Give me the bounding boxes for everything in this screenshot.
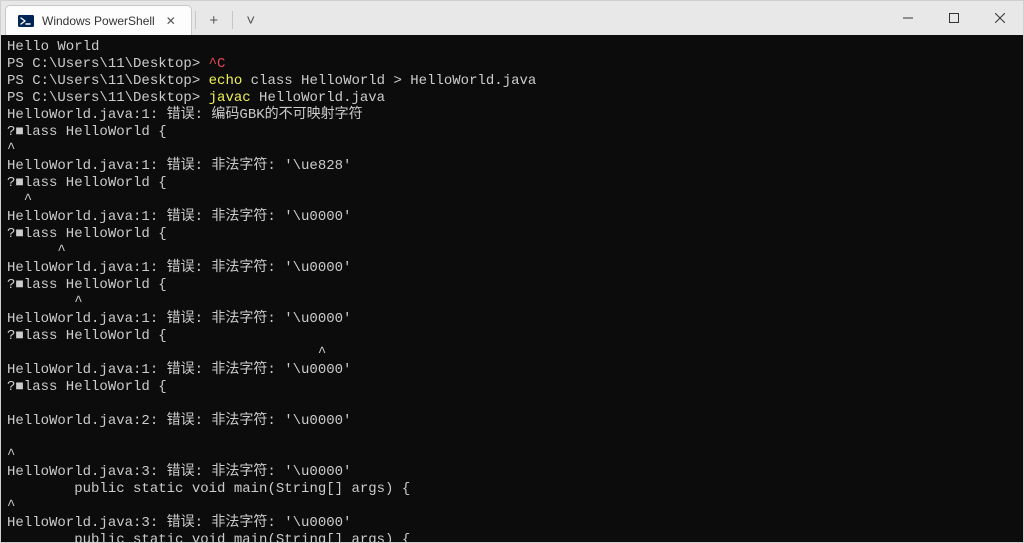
terminal-text: ^ [7, 192, 32, 208]
terminal-line [7, 396, 1017, 413]
terminal-line: ^ [7, 294, 1017, 311]
tab-powershell[interactable]: Windows PowerShell ✕ [5, 5, 192, 35]
terminal-line: PS C:\Users\11\Desktop> echo class Hello… [7, 73, 1017, 90]
close-button[interactable] [977, 1, 1023, 35]
terminal-line: HelloWorld.java:2: 错误: 非法字符: '\u0000' [7, 413, 1017, 430]
terminal-text: Hello World [7, 39, 99, 55]
minimize-button[interactable] [885, 1, 931, 35]
terminal-line [7, 430, 1017, 447]
terminal-output[interactable]: Hello WorldPS C:\Users\11\Desktop> ^CPS … [1, 35, 1023, 542]
terminal-line: HelloWorld.java:3: 错误: 非法字符: '\u0000' [7, 464, 1017, 481]
terminal-line: HelloWorld.java:1: 错误: 非法字符: '\u0000' [7, 260, 1017, 277]
tabstrip-divider [195, 11, 196, 29]
terminal-text: ?■lass HelloWorld { [7, 226, 167, 242]
tabstrip: Windows PowerShell ✕ + ˅ [1, 1, 266, 35]
tabstrip-divider [232, 11, 233, 29]
terminal-text: ^ [7, 141, 15, 157]
terminal-line: PS C:\Users\11\Desktop> ^C [7, 56, 1017, 73]
tab-close-button[interactable]: ✕ [163, 13, 179, 29]
terminal-text: HelloWorld.java:1: 错误: 非法字符: '\u0000' [7, 311, 351, 327]
terminal-line: ^ [7, 498, 1017, 515]
terminal-text: HelloWorld.java:3: 错误: 非法字符: '\u0000' [7, 464, 351, 480]
terminal-text: ?■lass HelloWorld { [7, 379, 167, 395]
terminal-line: public static void main(String[] args) { [7, 532, 1017, 542]
terminal-text: ^ [7, 243, 66, 259]
terminal-line: ^ [7, 141, 1017, 158]
terminal-line: HelloWorld.java:1: 错误: 非法字符: '\u0000' [7, 311, 1017, 328]
terminal-line: public static void main(String[] args) { [7, 481, 1017, 498]
tab-title: Windows PowerShell [42, 14, 155, 28]
terminal-line: ^ [7, 192, 1017, 209]
terminal-line: ?■lass HelloWorld { [7, 379, 1017, 396]
maximize-button[interactable] [931, 1, 977, 35]
tab-dropdown-button[interactable]: ˅ [236, 5, 266, 35]
terminal-text: HelloWorld.java:1: 错误: 非法字符: '\u0000' [7, 362, 351, 378]
terminal-text: ^ [7, 498, 15, 514]
terminal-text: PS C:\Users\11\Desktop> [7, 73, 209, 89]
terminal-line: ^ [7, 345, 1017, 362]
powershell-icon [18, 13, 34, 29]
terminal-text: PS C:\Users\11\Desktop> [7, 90, 209, 106]
titlebar[interactable]: Windows PowerShell ✕ + ˅ [1, 1, 1023, 35]
terminal-line: Hello World [7, 39, 1017, 56]
terminal-line: HelloWorld.java:1: 错误: 非法字符: '\u0000' [7, 209, 1017, 226]
window-controls [885, 1, 1023, 35]
terminal-text: class HelloWorld > HelloWorld.java [242, 73, 536, 89]
terminal-text: ^C [209, 56, 226, 72]
terminal-text: HelloWorld.java:3: 错误: 非法字符: '\u0000' [7, 515, 351, 531]
terminal-text: public static void main(String[] args) { [7, 532, 410, 542]
terminal-line: HelloWorld.java:1: 错误: 编码GBK的不可映射字符 [7, 107, 1017, 124]
terminal-line: ?■lass HelloWorld { [7, 124, 1017, 141]
terminal-text: ?■lass HelloWorld { [7, 277, 167, 293]
terminal-line: HelloWorld.java:1: 错误: 非法字符: '\ue828' [7, 158, 1017, 175]
terminal-text: HelloWorld.java:1: 错误: 非法字符: '\u0000' [7, 209, 351, 225]
terminal-text: ?■lass HelloWorld { [7, 124, 167, 140]
terminal-line: HelloWorld.java:1: 错误: 非法字符: '\u0000' [7, 362, 1017, 379]
terminal-line: ^ [7, 243, 1017, 260]
terminal-text: ?■lass HelloWorld { [7, 328, 167, 344]
terminal-text: ^ [7, 345, 326, 361]
terminal-text: ?■lass HelloWorld { [7, 175, 167, 191]
terminal-text: ^ [7, 294, 83, 310]
terminal-text: HelloWorld.java:1: 错误: 编码GBK的不可映射字符 [7, 107, 363, 123]
terminal-text: HelloWorld.java [251, 90, 385, 106]
terminal-text: javac [209, 90, 251, 106]
terminal-line: ?■lass HelloWorld { [7, 328, 1017, 345]
terminal-line: ?■lass HelloWorld { [7, 226, 1017, 243]
terminal-text: public static void main(String[] args) { [7, 481, 410, 497]
terminal-line: ?■lass HelloWorld { [7, 277, 1017, 294]
terminal-line: ^ [7, 447, 1017, 464]
terminal-text: HelloWorld.java:1: 错误: 非法字符: '\u0000' [7, 260, 351, 276]
app-window: Windows PowerShell ✕ + ˅ Hello WorldPS C… [0, 0, 1024, 543]
terminal-line: HelloWorld.java:3: 错误: 非法字符: '\u0000' [7, 515, 1017, 532]
terminal-text: ^ [7, 447, 15, 463]
terminal-text: PS C:\Users\11\Desktop> [7, 56, 209, 72]
terminal-text: echo [209, 73, 243, 89]
new-tab-button[interactable]: + [199, 5, 229, 35]
terminal-line: ?■lass HelloWorld { [7, 175, 1017, 192]
terminal-text: HelloWorld.java:2: 错误: 非法字符: '\u0000' [7, 413, 351, 429]
terminal-text: HelloWorld.java:1: 错误: 非法字符: '\ue828' [7, 158, 351, 174]
terminal-line: PS C:\Users\11\Desktop> javac HelloWorld… [7, 90, 1017, 107]
